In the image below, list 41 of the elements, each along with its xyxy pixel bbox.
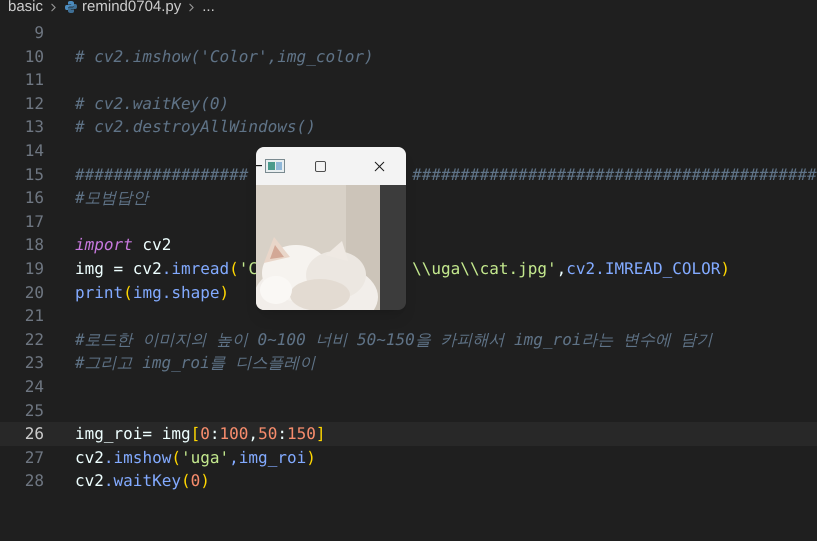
line-number: 13 bbox=[24, 116, 44, 138]
code-line: # cv2.waitKey(0) bbox=[75, 94, 230, 113]
line-number: 14 bbox=[24, 140, 44, 162]
breadcrumb-item[interactable]: remind0704.py bbox=[82, 0, 182, 14]
line-number: 20 bbox=[24, 282, 44, 304]
line-number: 23 bbox=[24, 352, 44, 374]
line-number: 10 bbox=[24, 46, 44, 68]
code-line: # cv2.imshow('Color',img_color) bbox=[75, 46, 374, 66]
line-number: 12 bbox=[24, 92, 44, 115]
code-line: #그리고 img_roi를 디스플레이 bbox=[75, 353, 316, 372]
app-icon bbox=[265, 159, 285, 173]
line-number: 22 bbox=[24, 328, 44, 351]
line-number: 15 bbox=[24, 164, 44, 186]
line-number: 25 bbox=[24, 400, 44, 422]
code-line: ########################################## bbox=[412, 164, 817, 184]
line-number: 27 bbox=[24, 446, 44, 469]
code-line: cv2.waitKey(0) bbox=[75, 471, 210, 490]
breadcrumb-item[interactable]: basic bbox=[8, 0, 44, 14]
line-number: 9 bbox=[33, 22, 44, 44]
line-number: 17 bbox=[24, 210, 44, 233]
line-number: 16 bbox=[24, 187, 44, 210]
maximize-icon[interactable] bbox=[314, 160, 327, 172]
code-line: ################## bbox=[75, 164, 248, 184]
line-number: 11 bbox=[24, 69, 44, 92]
line-number: 19 bbox=[24, 258, 44, 280]
code-line: #로드한 이미지의 높이 0~100 너비 50~150을 카피해서 img_roi라는 변수에 담기 bbox=[75, 330, 713, 349]
line-number: 24 bbox=[24, 376, 44, 398]
code-line: # cv2.destroyAllWindows() bbox=[75, 117, 316, 136]
code-line: cv2.imshow('uga',img_roi) bbox=[75, 448, 316, 467]
breadcrumb-item[interactable]: ... bbox=[202, 0, 215, 14]
code-line: \\uga\\cat.jpg',cv2.IMREAD_COLOR) bbox=[412, 258, 730, 278]
code-line: #모범답안 bbox=[75, 188, 149, 208]
line-number: 28 bbox=[24, 470, 44, 492]
code-line: import cv2 bbox=[75, 235, 172, 254]
line-number: 21 bbox=[24, 305, 44, 328]
python-file-icon bbox=[64, 0, 78, 14]
minimize-icon[interactable] bbox=[256, 165, 262, 167]
line-number: 26 bbox=[24, 423, 44, 446]
code-line: img_roi= img[0:100,50:150] bbox=[75, 424, 326, 444]
line-number: 18 bbox=[24, 234, 44, 256]
code-line: print(img.shape) bbox=[75, 282, 230, 302]
